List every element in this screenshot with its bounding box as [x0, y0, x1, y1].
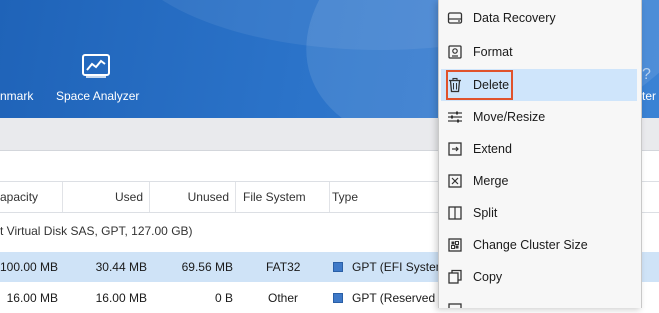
menu-item-merge[interactable]: Merge — [439, 165, 639, 197]
space-analyzer-icon[interactable] — [82, 54, 110, 78]
menu-item-label: Split — [473, 206, 498, 220]
context-menu: Data Recovery Format Delete Move/Resize … — [438, 0, 642, 308]
background-panel — [640, 0, 659, 308]
menu-item-data-recovery[interactable]: Data Recovery — [439, 2, 639, 34]
menu-item-split[interactable]: Split — [439, 197, 639, 229]
menu-item-partial[interactable] — [439, 294, 639, 308]
menu-item-delete[interactable]: Delete — [441, 69, 637, 101]
unused-cell: 0 B — [214, 291, 233, 305]
used-cell: 16.00 MB — [95, 291, 147, 305]
unused-cell: 69.56 MB — [181, 260, 233, 274]
column-used[interactable]: Used — [63, 182, 150, 212]
filesystem-cell: FAT32 — [266, 260, 301, 274]
column-capacity[interactable]: apacity — [0, 182, 63, 212]
partition-color-icon — [333, 293, 343, 303]
capacity-cell: 100.00 MB — [0, 260, 58, 274]
menu-item-change-cluster-size[interactable]: Change Cluster Size — [439, 229, 639, 261]
menu-item-copy[interactable]: Copy — [439, 261, 639, 293]
highlight-annotation — [446, 70, 513, 100]
menu-item-move-resize[interactable]: Move/Resize — [439, 101, 639, 133]
split-icon — [448, 206, 462, 220]
column-type[interactable]: Type — [330, 182, 450, 212]
menu-item-label: Merge — [473, 174, 509, 188]
type-cell: GPT (EFI System — [352, 260, 438, 274]
merge-icon — [448, 174, 462, 188]
type-cell: GPT (Reserved Pa — [352, 291, 438, 305]
menu-item-label: Copy — [473, 270, 503, 284]
menu-item-label: Format — [473, 45, 513, 59]
format-icon — [448, 45, 462, 59]
menu-item-label: Move/Resize — [473, 110, 546, 124]
extend-icon — [448, 142, 462, 156]
menu-item-label: Data Recovery — [473, 11, 556, 25]
cluster-icon — [448, 238, 462, 252]
menu-item-label: Extend — [473, 142, 512, 156]
column-file-system[interactable]: File System — [236, 182, 330, 212]
used-cell: 30.44 MB — [95, 260, 147, 274]
capacity-cell: 16.00 MB — [6, 291, 58, 305]
copy-icon — [448, 269, 462, 284]
space-analyzer-button[interactable]: Space Analyzer — [56, 89, 139, 103]
menu-item-icon — [448, 303, 462, 308]
menu-item-extend[interactable]: Extend — [439, 133, 639, 165]
column-unused[interactable]: Unused — [150, 182, 236, 212]
disk-label[interactable]: t Virtual Disk SAS, GPT, 127.00 GB) — [0, 220, 193, 242]
toolbar-benchmark-label[interactable]: nmark — [0, 89, 33, 103]
filesystem-cell: Other — [268, 291, 299, 305]
menu-item-label: Change Cluster Size — [473, 238, 588, 252]
sliders-icon — [448, 111, 462, 123]
disk-recovery-icon — [447, 12, 463, 24]
menu-item-format[interactable]: Format — [439, 36, 639, 68]
partition-color-icon — [333, 262, 343, 272]
